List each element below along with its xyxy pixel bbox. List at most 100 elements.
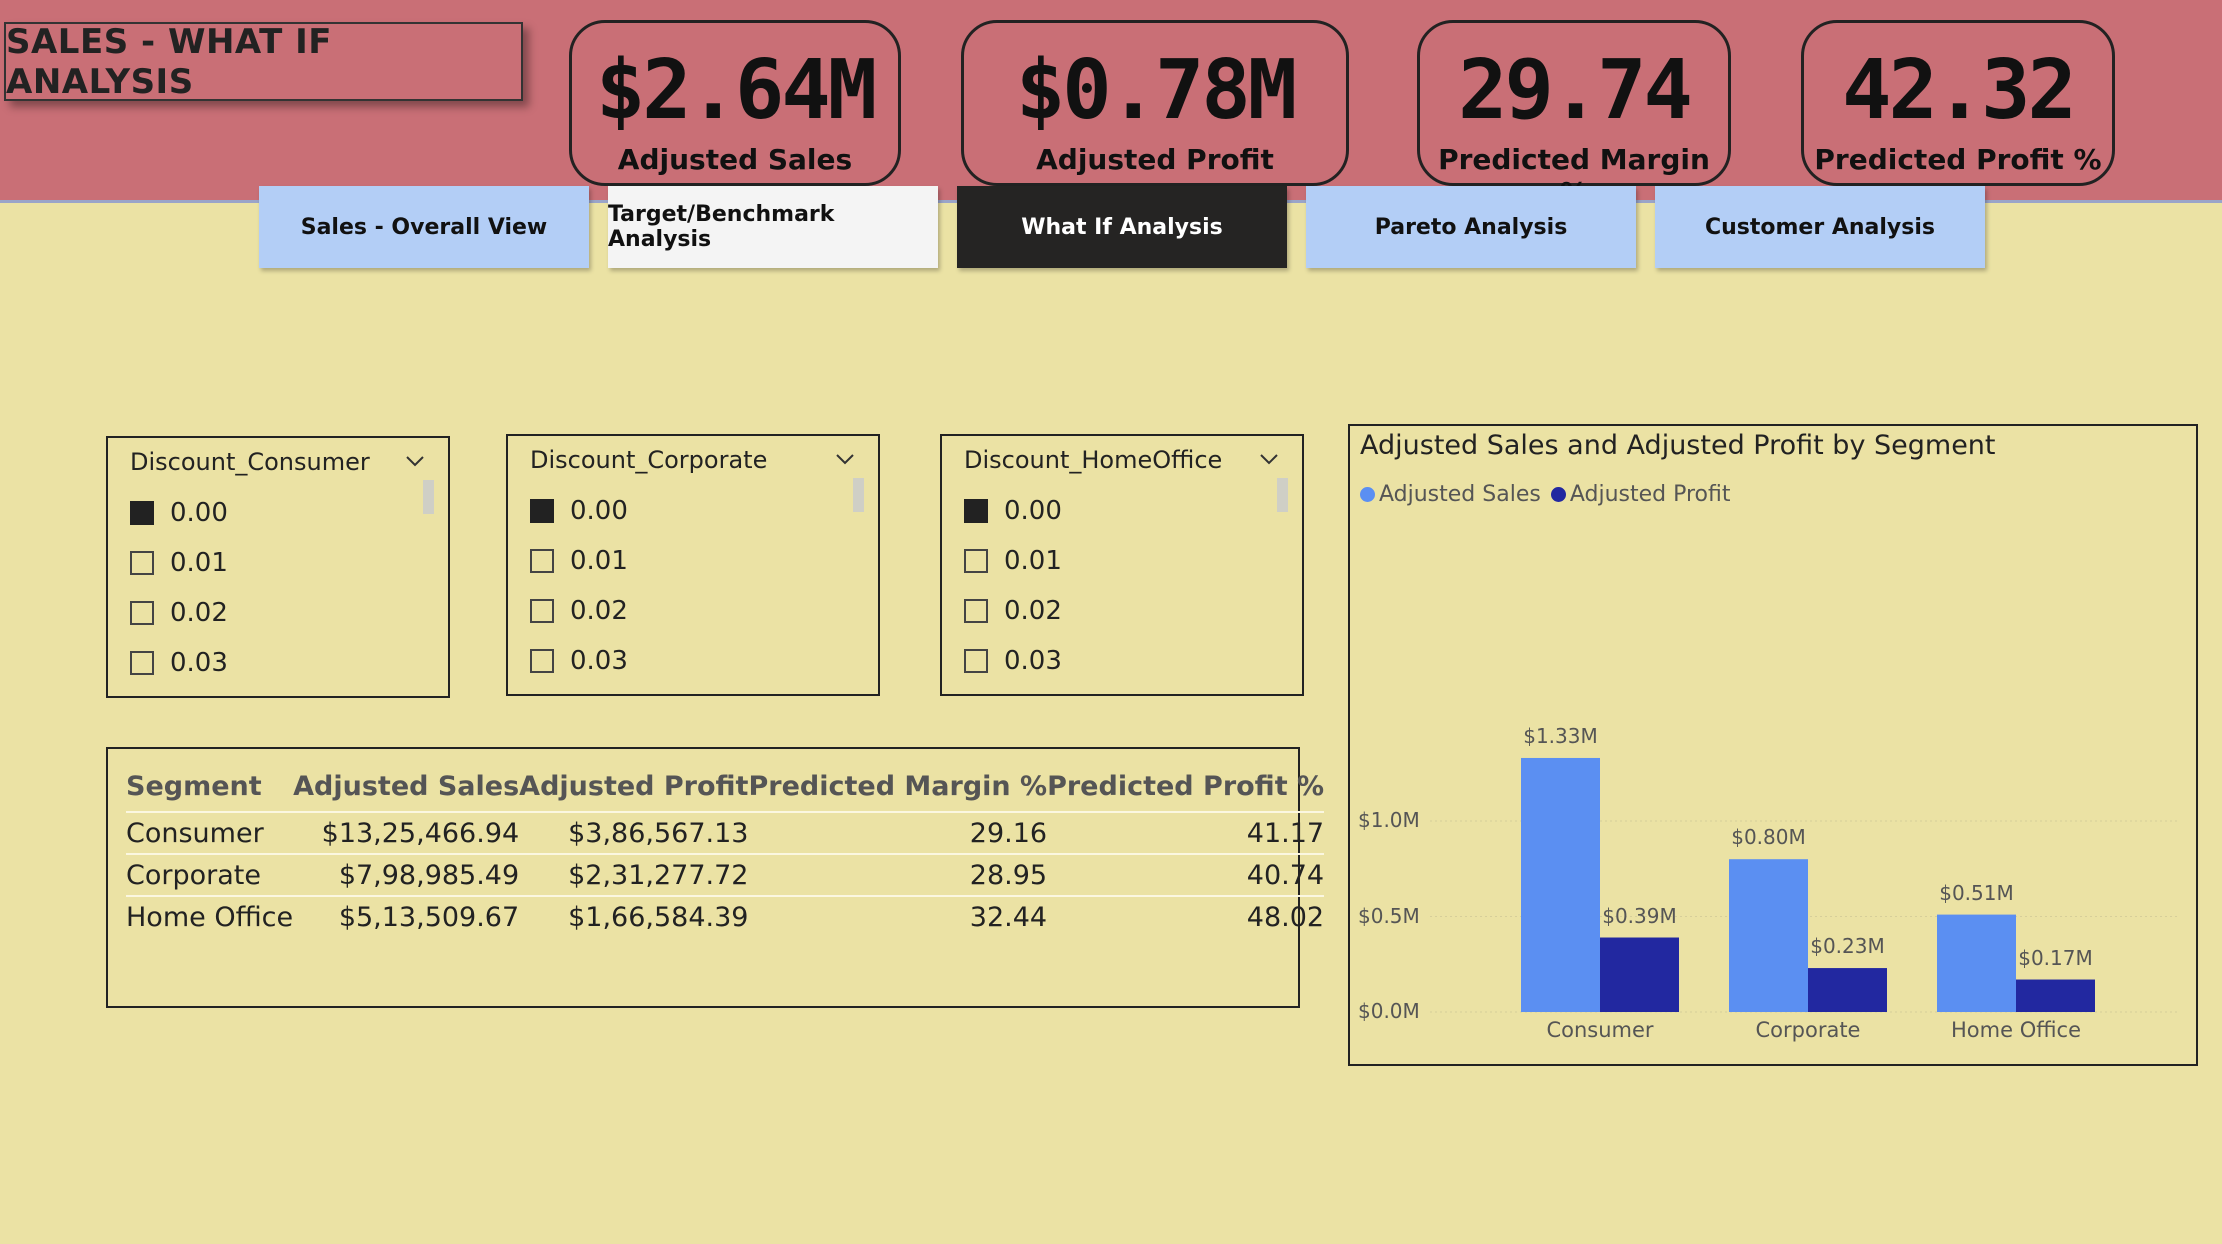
kpi-card-predicted-margin: 29.74 Predicted Margin %: [1417, 20, 1731, 209]
data-label: $0.51M: [1939, 880, 2014, 905]
tab-target-benchmark-analysis[interactable]: Target/Benchmark Analysis: [608, 186, 938, 268]
table-cell: $2,31,277.72: [519, 853, 749, 896]
table-cell: 41.17: [1047, 811, 1325, 854]
table-row[interactable]: Corporate $7,98,985.49 $2,31,277.72 28.9…: [126, 853, 1325, 896]
slicer-option[interactable]: 0.01: [964, 536, 1062, 586]
column-header[interactable]: Adjusted Sales: [293, 761, 519, 812]
kpi-card-adjusted-profit: $0.78M Adjusted Profit: [961, 20, 1349, 186]
column-header[interactable]: Predicted Profit %: [1047, 761, 1324, 812]
slicer-option[interactable]: 0.03: [130, 638, 228, 688]
slicer-option[interactable]: 0.01: [530, 536, 628, 586]
slicer-title: Discount_Consumer: [130, 448, 370, 476]
column-header[interactable]: Segment: [126, 761, 293, 812]
bar-adjusted-sales[interactable]: [1937, 914, 2016, 1012]
checkbox[interactable]: [130, 551, 154, 575]
option-label: 0.03: [570, 646, 628, 676]
chevron-down-icon[interactable]: [1256, 446, 1282, 472]
bar-adjusted-profit[interactable]: [1600, 937, 1679, 1012]
kpi-value: $0.78M: [1015, 43, 1297, 138]
slicer-option[interactable]: 0.02: [964, 586, 1062, 636]
table-cell: 48.02: [1047, 895, 1325, 937]
table-cell: Corporate: [126, 853, 294, 896]
kpi-value: 29.74: [1458, 43, 1693, 138]
table-cell: $7,98,985.49: [293, 853, 520, 896]
y-tick-label: $0.5M: [1358, 903, 1420, 928]
table-row[interactable]: Home Office $5,13,509.67 $1,66,584.39 32…: [126, 895, 1325, 937]
option-label: 0.01: [570, 546, 628, 576]
tab-label: Sales - Overall View: [300, 214, 548, 240]
checkbox[interactable]: [530, 649, 554, 673]
bar-adjusted-profit[interactable]: [1808, 968, 1887, 1012]
chevron-down-icon[interactable]: [832, 446, 858, 472]
chevron-down-icon[interactable]: [402, 448, 428, 474]
checkbox[interactable]: [130, 651, 154, 675]
y-tick-label: $1.0M: [1358, 808, 1420, 832]
tab-what-if-analysis[interactable]: What If Analysis: [957, 186, 1287, 268]
table-cell: 29.16: [748, 811, 1048, 854]
option-label: 0.02: [1004, 596, 1062, 626]
checkbox[interactable]: [530, 599, 554, 623]
tab-pareto-analysis[interactable]: Pareto Analysis: [1306, 186, 1636, 268]
bar-adjusted-sales[interactable]: [1521, 757, 1600, 1012]
slicer-title: Discount_HomeOffice: [964, 446, 1223, 474]
tab-customer-analysis[interactable]: Customer Analysis: [1655, 186, 1985, 268]
data-label: $0.80M: [1731, 825, 1806, 850]
option-label: 0.03: [170, 648, 228, 678]
option-label: 0.02: [170, 598, 228, 628]
segment-table: Segment Adjusted Sales Adjusted Profit P…: [106, 747, 1325, 1008]
option-label: 0.00: [170, 498, 228, 528]
checkbox-checked[interactable]: [964, 499, 988, 523]
table-cell: 32.44: [748, 895, 1048, 937]
column-header[interactable]: Adjusted Profit: [519, 761, 748, 812]
slicer-scrollbar[interactable]: [423, 480, 434, 514]
option-label: 0.02: [570, 596, 628, 626]
table-cell: 28.95: [748, 853, 1048, 896]
slicer-option[interactable]: 0.02: [530, 586, 628, 636]
slicer-title: Discount_Corporate: [530, 446, 768, 474]
slicer-scrollbar[interactable]: [853, 478, 864, 512]
checkbox-checked[interactable]: [130, 501, 154, 525]
slicer-option[interactable]: 0.03: [964, 636, 1062, 686]
table-cell: 40.74: [1047, 853, 1325, 896]
y-tick-label: $0.0M: [1358, 999, 1420, 1023]
table-header-row: Segment Adjusted Sales Adjusted Profit P…: [126, 761, 1324, 812]
checkbox[interactable]: [130, 601, 154, 625]
bar-adjusted-profit[interactable]: [2016, 979, 2095, 1012]
option-label: 0.01: [170, 548, 228, 578]
kpi-value: $2.64M: [595, 43, 877, 138]
tab-label: Pareto Analysis: [1374, 214, 1568, 240]
checkbox[interactable]: [964, 599, 988, 623]
option-label: 0.03: [1004, 646, 1062, 676]
x-category-label: Corporate: [1755, 1018, 1861, 1042]
tab-label: Customer Analysis: [1704, 214, 1936, 240]
table-cell: $5,13,509.67: [293, 895, 520, 937]
tab-sales-overall-view[interactable]: Sales - Overall View: [259, 186, 589, 268]
slicer-discount-homeoffice: Discount_HomeOffice 0.00 0.01 0.02 0.03: [940, 434, 1304, 696]
checkbox-checked[interactable]: [530, 499, 554, 523]
column-header[interactable]: Predicted Margin %: [748, 761, 1047, 812]
table-row[interactable]: Consumer $13,25,466.94 $3,86,567.13 29.1…: [126, 811, 1325, 854]
option-label: 0.00: [1004, 496, 1062, 526]
checkbox[interactable]: [964, 549, 988, 573]
slicer-option[interactable]: 0.01: [130, 538, 228, 588]
report-title-box: SALES - WHAT IF ANALYSIS: [4, 22, 523, 102]
slicer-option[interactable]: 0.00: [530, 486, 628, 536]
table-cell: $3,86,567.13: [519, 811, 749, 854]
kpi-label: Predicted Profit %: [1814, 143, 2102, 176]
bar-chart-panel: Adjusted Sales and Adjusted Profit by Se…: [1348, 424, 2198, 1066]
slicer-option[interactable]: 0.00: [964, 486, 1062, 536]
slicer-option[interactable]: 0.00: [130, 488, 228, 538]
x-category-label: Home Office: [1951, 1018, 2081, 1042]
table-cell: Home Office: [126, 895, 294, 937]
slicer-option[interactable]: 0.03: [530, 636, 628, 686]
option-label: 0.01: [1004, 546, 1062, 576]
checkbox[interactable]: [964, 649, 988, 673]
x-category-label: Consumer: [1546, 1018, 1654, 1042]
segment-table-grid: Segment Adjusted Sales Adjusted Profit P…: [126, 761, 1325, 937]
slicer-scrollbar[interactable]: [1277, 478, 1288, 512]
checkbox[interactable]: [530, 549, 554, 573]
option-label: 0.00: [570, 496, 628, 526]
kpi-card-adjusted-sales: $2.64M Adjusted Sales: [569, 20, 901, 186]
bar-adjusted-sales[interactable]: [1729, 859, 1808, 1012]
slicer-option[interactable]: 0.02: [130, 588, 228, 638]
